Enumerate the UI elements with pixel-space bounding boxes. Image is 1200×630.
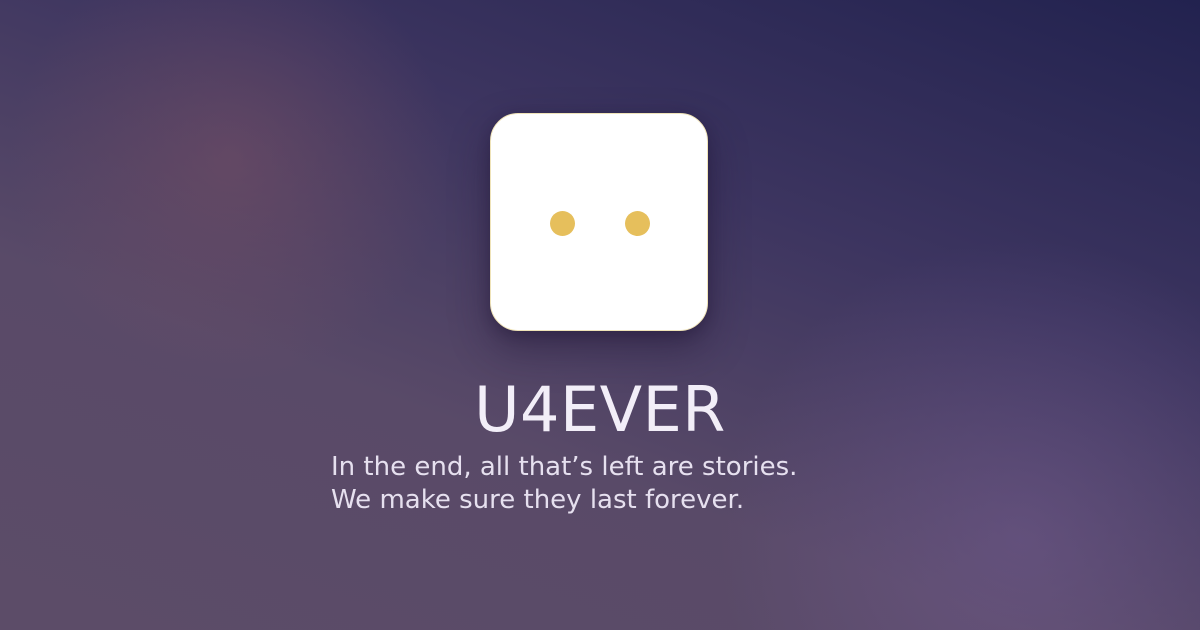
tagline-line-1: In the end, all that’s left are stories. [331,452,798,482]
logo-eye-right [625,211,650,236]
hero-banner: U4EVER In the end, all that’s left are s… [0,0,1200,630]
logo-eye-left [550,211,575,236]
logo-face-icon [490,113,708,331]
brand-title: U4EVER [474,373,726,446]
tagline: In the end, all that’s left are stories.… [331,451,951,517]
tagline-line-2: We make sure they last forever. [331,485,745,515]
